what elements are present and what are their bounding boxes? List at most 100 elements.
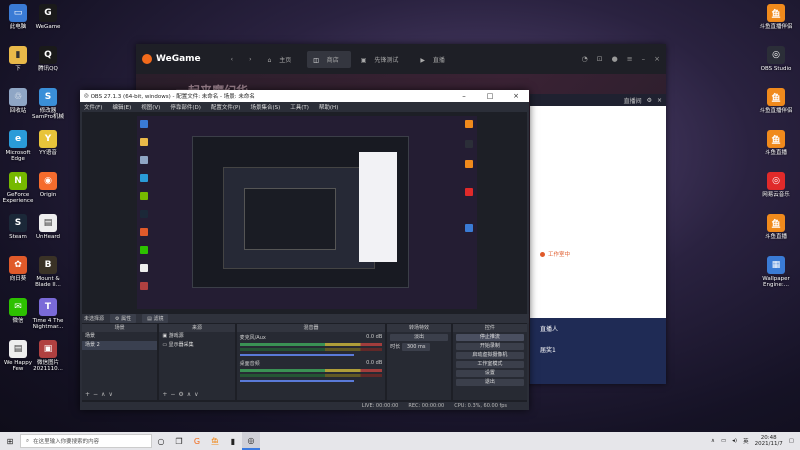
menu-icon[interactable]: ≡	[627, 55, 633, 63]
obs-menu-item[interactable]: 文件(F)	[84, 103, 102, 111]
desktop-shortcut[interactable]: T Time 4 The Nightmar...	[30, 298, 66, 330]
tab-home[interactable]: ⌂ 主页	[261, 51, 303, 68]
status-dot-icon	[540, 251, 545, 257]
desktop-shortcut[interactable]: ◎ OBS Studio	[758, 46, 794, 72]
clock[interactable]: 20:48 2021/11/7	[755, 435, 783, 447]
back-icon[interactable]: ‹	[225, 52, 239, 67]
desktop-shortcut[interactable]: 鱼斗鱼直播伴侣	[758, 4, 794, 30]
close-icon[interactable]: ×	[503, 92, 529, 100]
desktop-shortcut[interactable]: 鱼斗鱼直播	[758, 130, 794, 156]
settings-button[interactable]: 设置	[455, 370, 524, 377]
volume-slider[interactable]	[239, 354, 354, 356]
desktop-shortcut-label: OBS Studio	[760, 66, 792, 72]
virtual-camera-button[interactable]: 启动虚拟摄像机	[455, 352, 524, 359]
steam-icon: S	[9, 214, 27, 232]
scenes-dock[interactable]: 场景 场景 场景 2 +−∧∨	[82, 324, 158, 400]
minimize-icon[interactable]: –	[642, 55, 646, 63]
tool-icon: S	[39, 88, 57, 106]
taskbar-folder-icon[interactable]: ▮	[224, 432, 242, 450]
cpu-fps: CPU: 0.3%, 60.00 fps	[454, 403, 507, 409]
obs-menu-item[interactable]: 编辑(E)	[112, 103, 131, 111]
duration-input[interactable]: 300 ms	[401, 343, 431, 351]
desktop-shortcut[interactable]: Y YY语音	[30, 130, 66, 156]
mixer-channel-mic[interactable]: 麦克风/Aux 0.0 dB	[237, 332, 386, 358]
source-item[interactable]: ▣ 游戏源	[159, 332, 234, 341]
yy-icon: Y	[39, 130, 57, 148]
transition-select[interactable]: 淡出	[390, 334, 448, 341]
mixer-channel-desktop[interactable]: 桌面音频 0.0 dB	[237, 358, 386, 384]
taskbar-search[interactable]: ⌕ 在这里输入你要搜索的内容	[20, 434, 152, 448]
filters-button[interactable]: ▤ 滤镜	[142, 314, 169, 323]
exit-button[interactable]: 退出	[455, 379, 524, 386]
live-link[interactable]: 直播间	[624, 96, 642, 105]
maximize-icon[interactable]: □	[477, 92, 503, 100]
tab-live[interactable]: ▶ 直播	[414, 51, 457, 68]
tab-pioneer[interactable]: ▣ 先锋测试	[355, 51, 411, 68]
desktop-shortcut[interactable]: B Mount & Blade II...	[30, 256, 66, 288]
forward-icon[interactable]: ›	[243, 52, 257, 67]
desktop-shortcut[interactable]: 鱼斗鱼直播	[758, 214, 794, 240]
desktop-shortcut[interactable]: 鱼斗鱼直播伴侣	[758, 88, 794, 114]
source-item[interactable]: ▭ 显示器采集	[159, 341, 234, 350]
desktop-shortcut[interactable]: Q 腾讯QQ	[30, 46, 66, 72]
tab-store[interactable]: ◫ 商店	[307, 50, 351, 68]
obs-menu-item[interactable]: 配置文件(P)	[211, 103, 241, 111]
gift-icon[interactable]: ⊡	[597, 55, 603, 63]
preview-canvas[interactable]	[137, 116, 477, 309]
live-assistant-panel[interactable]: 直播间 ⚙ × 工作室中 直播人 届奖1	[530, 94, 666, 384]
settings-icon[interactable]: ⚙	[647, 97, 652, 104]
notification-center-icon[interactable]: ▢	[789, 438, 794, 444]
avatar[interactable]: ●	[612, 55, 618, 63]
taskbar-douyu-icon[interactable]: 鱼	[206, 432, 224, 450]
cortana-icon[interactable]: ○	[152, 432, 170, 450]
notification-icon[interactable]: ◔	[582, 55, 588, 63]
douyu-icon: 鱼	[767, 130, 785, 148]
studio-mode-button[interactable]: 工作室模式	[455, 361, 524, 368]
controls-dock[interactable]: 控件 停止推流 开始录制 启动虚拟摄像机 工作室模式 设置 退出	[452, 324, 527, 400]
transitions-dock[interactable]: 转场特效 淡出 时长 300 ms	[387, 324, 451, 400]
properties-button[interactable]: ⚙ 属性	[110, 314, 137, 323]
obs-window[interactable]: ◎ OBS 27.1.3 (64-bit, windows) - 配置文件: 未…	[80, 90, 529, 410]
desktop-shortcut-label: 斗鱼直播伴侣	[759, 108, 793, 114]
obs-menu-item[interactable]: 停靠部件(D)	[170, 103, 201, 111]
windows-start-icon[interactable]: ⊞	[0, 437, 20, 446]
desktop-shortcut[interactable]: G WeGame	[30, 4, 66, 30]
desktop-shortcut[interactable]: ▤ UnHeard	[30, 214, 66, 240]
tray-chevron-icon[interactable]: ∧	[711, 438, 715, 444]
scene-actions[interactable]: +−∧∨	[85, 391, 116, 398]
source-actions[interactable]: +−⚙∧∨	[162, 391, 201, 398]
minimize-icon[interactable]: –	[451, 92, 477, 100]
nvidia-icon: N	[9, 172, 27, 190]
stop-streaming-button[interactable]: 停止推流	[455, 334, 524, 341]
ime-indicator[interactable]: 英	[743, 437, 749, 445]
close-icon[interactable]: ×	[657, 97, 662, 104]
volume-slider[interactable]	[239, 380, 354, 382]
desktop-shortcut[interactable]: S 修改器 SamPro机械	[30, 88, 66, 120]
scene-item[interactable]: 场景	[82, 332, 157, 341]
source-toolbar: 未选择源 ⚙ 属性 ▤ 滤镜	[82, 314, 529, 323]
desktop-shortcut[interactable]: ▣ 微信图片 2021110...	[30, 340, 66, 372]
nested-obs-window	[223, 167, 375, 269]
dock-title: 转场特效	[387, 324, 451, 332]
network-icon[interactable]: ▭	[721, 438, 726, 444]
obs-menu-item[interactable]: 帮助(H)	[319, 103, 338, 111]
audio-mixer-dock[interactable]: 混音器 麦克风/Aux 0.0 dB 桌面音频 0.0 dB	[236, 324, 386, 400]
menu-item[interactable]: 届奖1	[530, 339, 666, 360]
close-icon[interactable]: ×	[654, 55, 660, 63]
scene-item[interactable]: 场景 2	[82, 341, 158, 350]
obs-menu-item[interactable]: 视图(V)	[141, 103, 160, 111]
obs-menu-item[interactable]: 场景集合(S)	[250, 103, 280, 111]
obs-menu-item[interactable]: 工具(T)	[290, 103, 309, 111]
desktop-shortcut[interactable]: ◉ Origin	[30, 172, 66, 198]
obs-title: OBS 27.1.3 (64-bit, windows) - 配置文件: 未命名…	[90, 94, 255, 100]
wegame-icon: G	[39, 4, 57, 22]
desktop-shortcut[interactable]: ▦ Wallpaper Engine:...	[758, 256, 794, 288]
taskbar-wegame-icon[interactable]: G	[188, 432, 206, 450]
sources-dock[interactable]: 来源 ▣ 游戏源 ▭ 显示器采集 +−⚙∧∨	[159, 324, 235, 400]
task-view-icon[interactable]: ❐	[170, 432, 188, 450]
desktop-shortcut[interactable]: ◎ 网易云音乐	[758, 172, 794, 198]
start-recording-button[interactable]: 开始录制	[455, 343, 524, 350]
menu-item[interactable]: 直播人	[530, 318, 666, 339]
taskbar-obs-icon[interactable]: ◎	[242, 432, 260, 450]
volume-icon[interactable]: ◂)	[732, 438, 737, 444]
